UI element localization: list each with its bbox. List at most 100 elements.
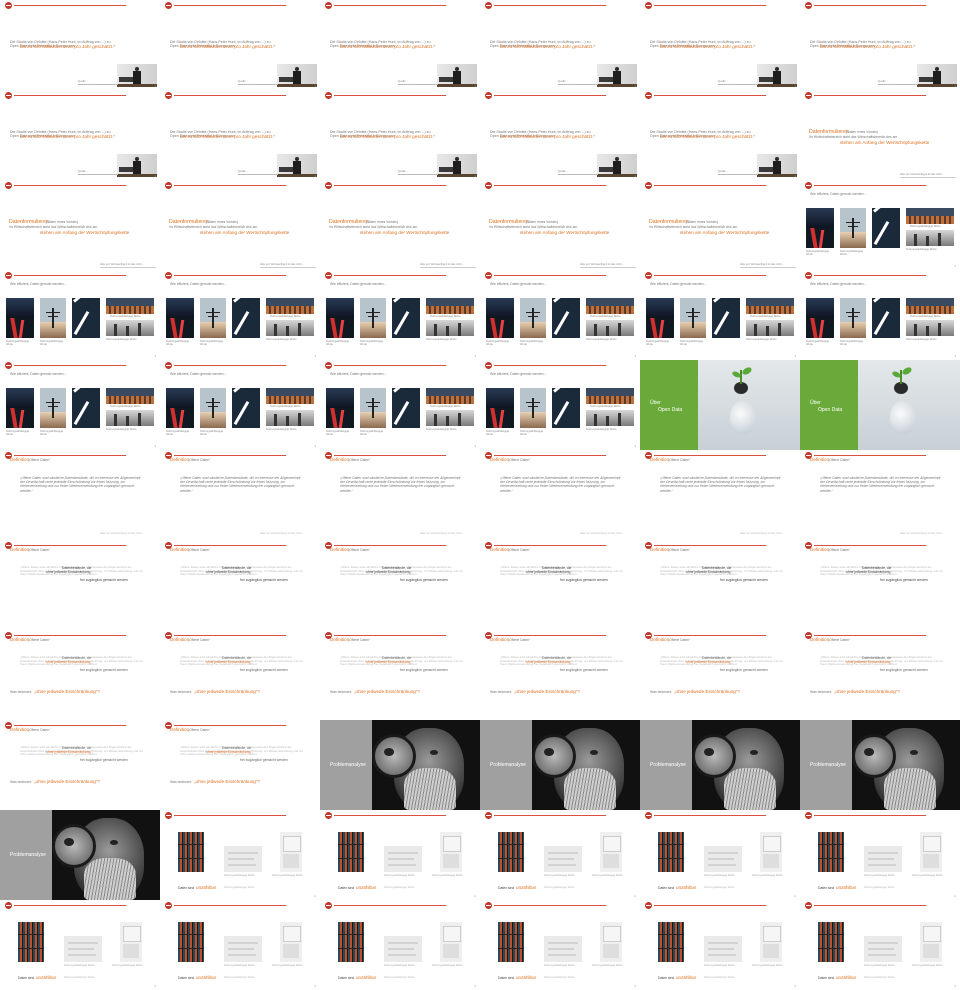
- slide-thumbnail[interactable]: Definition „Offene Daten“ „Offene Daten …: [800, 630, 960, 720]
- slide-thumbnail[interactable]: Definition „Offene Daten“ „Offene Daten …: [640, 450, 800, 540]
- slide-thumbnail[interactable]: Definition „Offene Daten“ „Offene Daten …: [160, 540, 320, 630]
- footnote-rule: [740, 267, 796, 268]
- slide-thumbnail[interactable]: Definition „Offene Daten“ „Offene Daten …: [640, 630, 800, 720]
- slide-thumbnail[interactable]: Definition „Offene Daten“ „Offene Daten …: [160, 630, 320, 720]
- caption-main: Daten sind: [338, 886, 355, 890]
- slide-thumbnail[interactable]: Wie effizient, Daten genutzt werden ... …: [160, 270, 320, 360]
- slide-thumbnail[interactable]: Nutzungsabhängige Werte Nutzungsabhängig…: [160, 810, 320, 900]
- slide-caption: Quelle: ...: [398, 170, 410, 173]
- logo-icon: [485, 182, 492, 189]
- slide-thumbnail[interactable]: Definition „Offene Daten“ „Offene Daten …: [320, 630, 480, 720]
- slide-thumbnail[interactable]: Definition „Offene Daten“ „Offene Daten …: [0, 630, 160, 720]
- slide-thumbnail[interactable]: Problemanalyse: [800, 720, 960, 810]
- slide-thumbnail[interactable]: Problemanalyse: [320, 720, 480, 810]
- slide-thumbnail[interactable]: Datenformulieren (Daten eines Vorrats) I…: [160, 180, 320, 270]
- slide-thumbnail[interactable]: Die Studie von Deloitte (Hans-Peter Hunt…: [640, 90, 800, 180]
- slide-thumbnail[interactable]: Wie effizient, Daten genutzt werden ... …: [160, 360, 320, 450]
- slide-title: Definition: [10, 457, 30, 462]
- slide-thumbnail[interactable]: Definition „Offene Daten“ „Offene Daten …: [160, 720, 320, 810]
- slide-thumbnail[interactable]: Definition „Offene Daten“ „Offene Daten …: [640, 540, 800, 630]
- slide-thumbnail[interactable]: Nutzungsabhängige Werte Nutzungsabhängig…: [0, 900, 160, 990]
- slide-thumbnail[interactable]: Datenformulieren (Daten eines Vorrats) I…: [0, 180, 160, 270]
- slide-text: Ihr Wirtschaftsbereich steht das Wirtsch…: [809, 135, 898, 139]
- slide-title: Definition: [170, 637, 190, 642]
- slide-thumbnail[interactable]: Definition „Offene Daten“ „Offene Daten …: [480, 540, 640, 630]
- slide-thumbnail[interactable]: Wie effizient, Daten genutzt werden ... …: [320, 270, 480, 360]
- header-rule: [814, 545, 926, 546]
- photo-pylon: [840, 298, 866, 338]
- slide-thumbnail[interactable]: Nutzungsabhängige Werte Nutzungsabhängig…: [640, 810, 800, 900]
- slide-thumbnail[interactable]: Definition „Offene Daten“ „Offene Daten …: [480, 630, 640, 720]
- logo-icon: [5, 902, 12, 909]
- slide-thumbnail[interactable]: Problemanalyse: [640, 720, 800, 810]
- slide-thumbnail[interactable]: Wie effizient, Daten genutzt werden ... …: [0, 360, 160, 450]
- photo-caption: Nutzungsabhängige Werte: [426, 338, 457, 341]
- logo-icon: [805, 902, 812, 909]
- slide-thumbnail[interactable]: Datenformulieren (Daten eines Vorrats) I…: [480, 180, 640, 270]
- section-title: Problemanalyse: [330, 762, 366, 768]
- slide-title: Definition: [810, 637, 830, 642]
- slide-thumbnail[interactable]: Definition „Offene Daten“ „Offene Daten …: [320, 540, 480, 630]
- slide-subtitle: „Offene Daten“: [828, 548, 851, 552]
- slide-thumbnail[interactable]: Nutzungsabhängige Werte Nutzungsabhängig…: [160, 900, 320, 990]
- slide-thumbnail[interactable]: Die Studie von Deloitte (Hans-Peter Hunt…: [160, 0, 320, 90]
- slide-thumbnail[interactable]: Die Studie von Deloitte (Hans-Peter Hunt…: [640, 0, 800, 90]
- slide-subtitle: „Offene Daten“: [508, 638, 531, 642]
- slide-thumbnail[interactable]: Datenformulieren (Daten eines Vorrats) I…: [800, 90, 960, 180]
- slide-thumbnail[interactable]: Definition „Offene Daten“ „Offene Daten …: [0, 540, 160, 630]
- slide-thumbnail[interactable]: Definition „Offene Daten“ „Offene Daten …: [160, 450, 320, 540]
- slide-thumbnail[interactable]: Problemanalyse: [0, 810, 160, 900]
- slide-thumbnail[interactable]: Über Open Data: [640, 360, 800, 450]
- slide-title: Definition: [650, 637, 670, 642]
- slide-title: Definition: [810, 457, 830, 462]
- slide-thumbnail[interactable]: Nutzungsabhängige Werte Nutzungsabhängig…: [480, 810, 640, 900]
- page-number: 1: [634, 894, 636, 898]
- slide-caption: Quelle: ...: [78, 80, 90, 83]
- photo-caption: Nutzungsabhängige Werte: [266, 338, 297, 341]
- photo-factory: [906, 320, 954, 336]
- slide-thumbnail[interactable]: Problemanalyse: [480, 720, 640, 810]
- section-title: Problemanalyse: [650, 762, 686, 768]
- slide-thumbnail[interactable]: Wie effizient, Daten genutzt werden ... …: [480, 270, 640, 360]
- slide-thumbnail[interactable]: Wie effizient, Daten genutzt werden ... …: [480, 360, 640, 450]
- slide-thumbnail[interactable]: Datenformulieren (Daten eines Vorrats) I…: [640, 180, 800, 270]
- slide-thumbnail[interactable]: Wie effizient, Daten genutzt werden ... …: [0, 270, 160, 360]
- document-photo: [864, 936, 902, 962]
- slide-thumbnail[interactable]: Wie effizient, Daten genutzt werden ... …: [800, 270, 960, 360]
- photo-city: [906, 298, 954, 314]
- definition-emphasis: frei zugänglich gemacht werden: [240, 758, 288, 762]
- slide-thumbnail[interactable]: Die Studie von Deloitte (Hans-Peter Hunt…: [160, 90, 320, 180]
- slide-thumbnail[interactable]: Definition „Offene Daten“ „Offene Daten …: [800, 540, 960, 630]
- slide-thumbnail[interactable]: Die Studie von Deloitte (Hans-Peter Hunt…: [320, 90, 480, 180]
- slide-headline: stehen am Anfang der Wertschöpfungskette: [360, 230, 450, 235]
- header-rule: [14, 275, 126, 276]
- caption-rule: [78, 174, 118, 175]
- slide-thumbnail[interactable]: Die Studie von Deloitte (Hans-Peter Hunt…: [800, 0, 960, 90]
- slide-thumbnail[interactable]: Nutzungsabhängige Werte Nutzungsabhängig…: [480, 900, 640, 990]
- header-rule: [654, 455, 766, 456]
- slide-thumbnail[interactable]: Wie effizient, Daten genutzt werden ... …: [640, 270, 800, 360]
- slide-thumbnail[interactable]: Nutzungsabhängige Werte Nutzungsabhängig…: [800, 900, 960, 990]
- slide-thumbnail[interactable]: Definition „Offene Daten“ „Offene Daten …: [0, 720, 160, 810]
- slide-thumbnail[interactable]: Datenformulieren (Daten eines Vorrats) I…: [320, 180, 480, 270]
- slide-thumbnail[interactable]: Die Studie von Deloitte (Hans-Peter Hunt…: [0, 90, 160, 180]
- slide-thumbnail[interactable]: Definition „Offene Daten“ „Offene Daten …: [800, 450, 960, 540]
- slide-thumbnail[interactable]: Definition „Offene Daten“ „Offene Daten …: [320, 450, 480, 540]
- caption-rule: [558, 84, 598, 85]
- slide-thumbnail[interactable]: Nutzungsabhängige Werte Nutzungsabhängig…: [320, 900, 480, 990]
- slide-thumbnail[interactable]: Nutzungsabhängige Werte Nutzungsabhängig…: [320, 810, 480, 900]
- slide-thumbnail[interactable]: Definition „Offene Daten“ „Offene Daten …: [0, 450, 160, 540]
- slide-thumbnail[interactable]: Wie effizient, Daten genutzt werden ... …: [800, 180, 960, 270]
- slide-thumbnail[interactable]: Nutzungsabhängige Werte Nutzungsabhängig…: [640, 900, 800, 990]
- photo-factory: [266, 410, 314, 426]
- slide-thumbnail[interactable]: Die Studie von Deloitte (Hans-Peter Hunt…: [480, 90, 640, 180]
- slide-thumbnail[interactable]: Die Studie von Deloitte (Hans-Peter Hunt…: [0, 0, 160, 90]
- slide-thumbnail[interactable]: Die Studie von Deloitte (Hans-Peter Hunt…: [320, 0, 480, 90]
- slide-thumbnail[interactable]: Nutzungsabhängige Werte Nutzungsabhängig…: [800, 810, 960, 900]
- slide-thumbnail[interactable]: Die Studie von Deloitte (Hans-Peter Hunt…: [480, 0, 640, 90]
- slide-headline: stehen am Anfang der Wertschöpfungskette: [520, 230, 610, 235]
- slide-thumbnail[interactable]: Wie effizient, Daten genutzt werden ... …: [320, 360, 480, 450]
- slide-thumbnail[interactable]: Definition „Offene Daten“ „Offene Daten …: [480, 450, 640, 540]
- bookshelf-photo: [18, 922, 44, 962]
- slide-thumbnail[interactable]: Über Open Data: [800, 360, 960, 450]
